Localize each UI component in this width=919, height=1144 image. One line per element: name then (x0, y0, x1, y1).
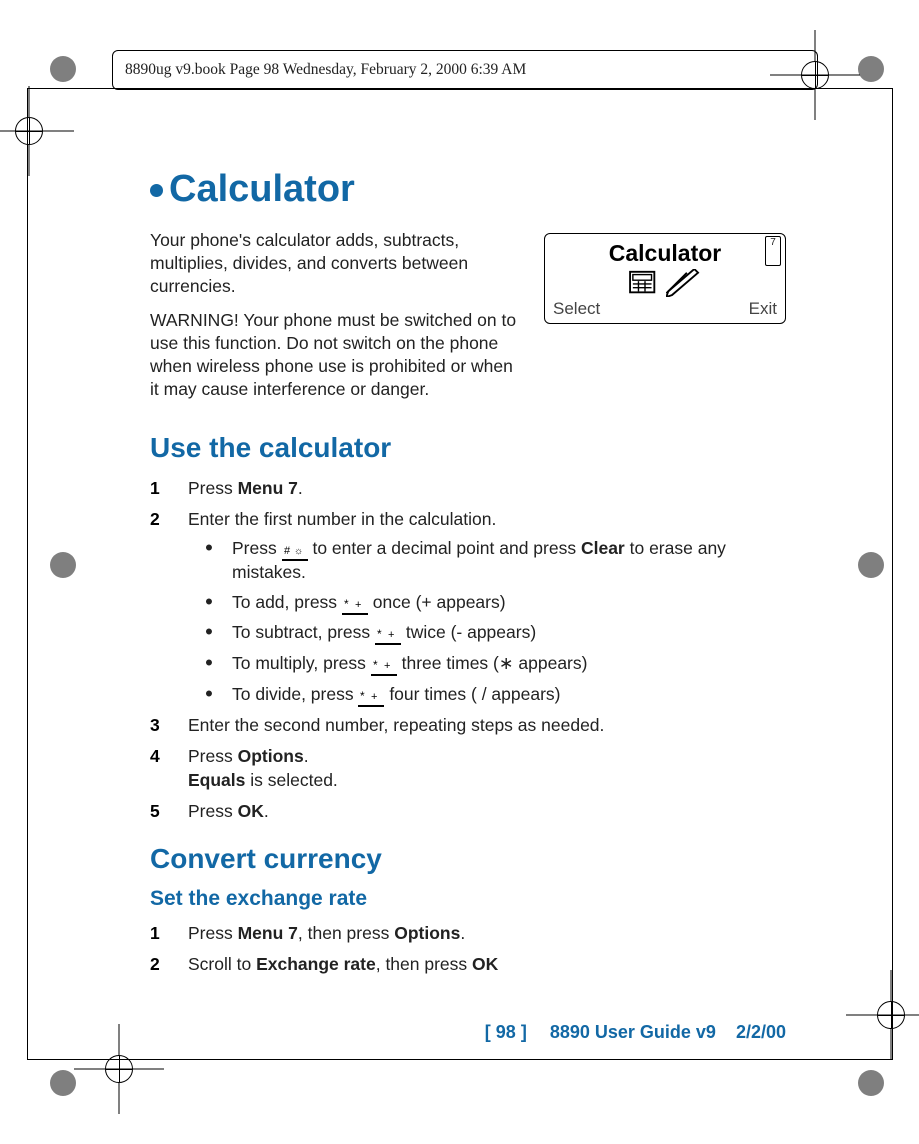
reg-mark-mid-left (42, 544, 84, 586)
page-content: Calculator Your phone's calculator adds,… (150, 168, 786, 982)
step-number: 2 (150, 952, 164, 977)
softkey-right: Exit (749, 299, 777, 319)
page-title: Calculator (150, 168, 786, 211)
crop-line-bottom (27, 1059, 893, 1060)
bullet-icon (198, 591, 220, 616)
page-footer: [ 98 ] 8890 User Guide v9 2/2/00 (150, 1022, 786, 1043)
bullet-icon (198, 683, 220, 708)
step-text: Scroll to Exchange rate, then press OK (188, 952, 786, 977)
bullet-icon (198, 652, 220, 677)
bullet-text: To divide, press *+ four times ( / appea… (232, 683, 786, 708)
pencil-icon (666, 269, 704, 297)
svg-text:☼: ☼ (294, 546, 305, 556)
bullet-icon (198, 621, 220, 646)
step-text: Press OK. (188, 799, 786, 824)
doc-title: 8890 User Guide v9 (550, 1022, 716, 1042)
page-number: [ 98 ] (485, 1022, 527, 1042)
crop-line-right (892, 88, 893, 1060)
step-number: 3 (150, 713, 164, 738)
svg-text:+: + (388, 629, 396, 640)
thumb-tab: 7 (765, 236, 781, 266)
reg-mark-mid-right (850, 544, 892, 586)
star-key-icon: *+ (358, 686, 384, 707)
step-number: 1 (150, 476, 164, 501)
crop-line-left (27, 88, 28, 1060)
calculator-icon (626, 269, 664, 297)
subsection-set-exchange-rate: Set the exchange rate (150, 887, 786, 911)
bullet-text: To subtract, press *+ twice (- appears) (232, 621, 786, 646)
bullet-text: To multiply, press *+ three times (∗ app… (232, 652, 786, 677)
footer-date: 2/2/00 (736, 1022, 786, 1042)
step-number: 2 (150, 507, 164, 532)
svg-text:*: * (360, 690, 367, 702)
intro-paragraph-warning: WARNING! Your phone must be switched on … (150, 309, 526, 400)
step-text: Press Menu 7. (188, 476, 786, 501)
reg-mark-bot-right (850, 1062, 892, 1104)
step-text: Press Options.Equals is selected. (188, 744, 786, 793)
step-text: Enter the second number, repeating steps… (188, 713, 786, 738)
svg-text:+: + (384, 660, 392, 671)
svg-text:+: + (355, 599, 363, 610)
svg-text:*: * (377, 628, 384, 640)
svg-text:*: * (373, 659, 380, 671)
section-convert-currency: Convert currency (150, 843, 786, 875)
step-number: 5 (150, 799, 164, 824)
section-use-calculator: Use the calculator (150, 432, 786, 464)
header-meta: 8890ug v9.book Page 98 Wednesday, Februa… (112, 50, 818, 90)
step-text: Enter the first number in the calculatio… (188, 507, 786, 532)
reg-mark-top-left (42, 48, 84, 90)
star-key-icon: *+ (375, 624, 401, 645)
intro-paragraph-1: Your phone's calculator adds, subtracts,… (150, 229, 526, 297)
softkey-left: Select (553, 299, 600, 319)
step-number: 1 (150, 921, 164, 946)
svg-text:+: + (371, 691, 379, 702)
svg-text:#: # (284, 545, 292, 556)
bullet-text: To add, press *+ once (+ appears) (232, 591, 786, 616)
title-bullet-icon (150, 184, 163, 197)
cross-mark-top-left (0, 86, 74, 176)
step-number: 4 (150, 744, 164, 793)
screen-thumbnail: 7 Calculator Select Exit (544, 233, 786, 324)
thumb-title: Calculator (551, 240, 779, 267)
bullet-icon (198, 537, 220, 585)
hash-key-icon: #☼ (282, 540, 308, 561)
star-key-icon: *+ (371, 655, 397, 676)
cross-mark-bot-right (846, 970, 919, 1060)
step-text: Press Menu 7, then press Options. (188, 921, 786, 946)
title-text: Calculator (169, 168, 355, 210)
bullet-text: Press #☼ to enter a decimal point and pr… (232, 537, 786, 585)
svg-text:*: * (344, 598, 351, 610)
star-key-icon: *+ (342, 594, 368, 615)
